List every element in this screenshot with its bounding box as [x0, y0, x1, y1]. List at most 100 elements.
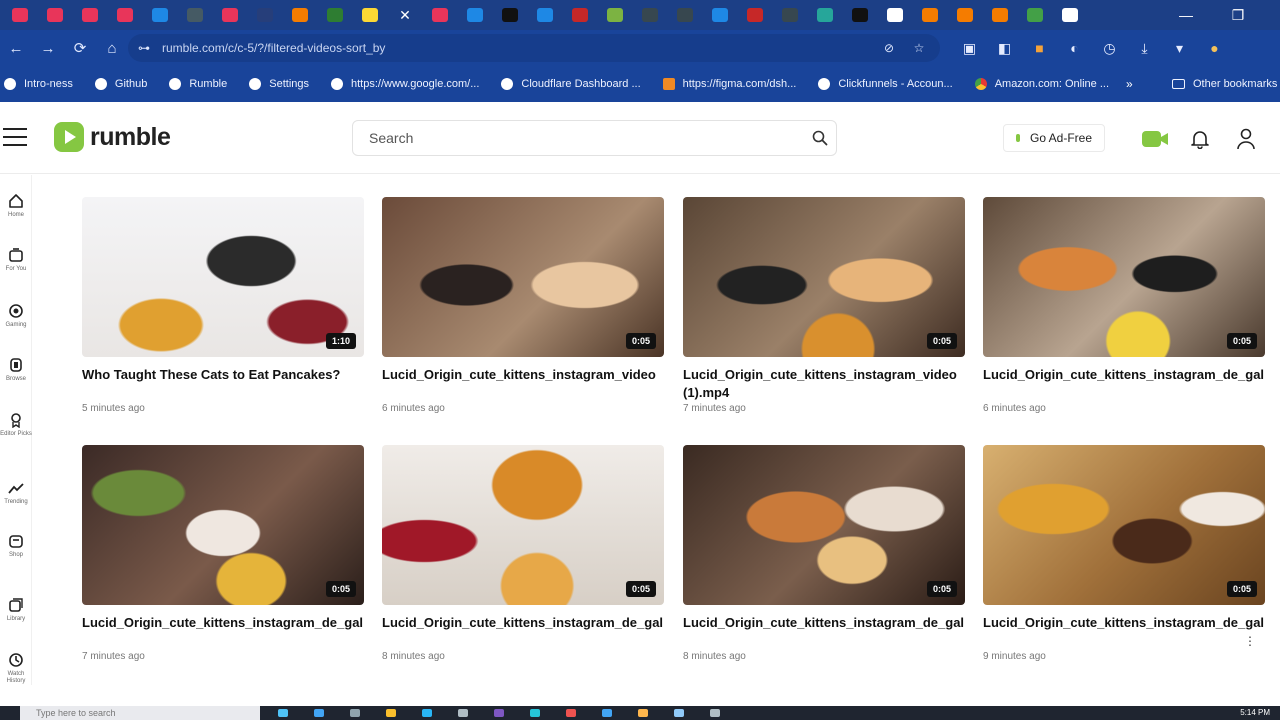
browser-tab[interactable] — [117, 8, 133, 22]
browser-tab[interactable] — [887, 8, 903, 22]
forward-icon[interactable]: → — [32, 30, 64, 66]
bookmark-item[interactable]: Cloudflare Dashboard ... — [501, 78, 641, 90]
taskbar-app-icon[interactable] — [386, 709, 396, 717]
sidebar-item[interactable]: Library — [0, 597, 32, 623]
video-card[interactable]: 0:05 Lucid_Origin_cute_kittens_instagram_… — [983, 197, 1265, 414]
sidebar-item[interactable]: Gaming — [0, 303, 32, 329]
minimize-icon[interactable]: — — [1166, 0, 1206, 30]
video-title[interactable]: Lucid_Origin_cute_kittens_instagram_de_g… — [983, 614, 1265, 650]
bookmark-item[interactable]: Amazon.com: Online ... — [974, 78, 1109, 90]
browser-tab[interactable] — [642, 8, 658, 22]
video-card[interactable]: 0:05 Lucid_Origin_cute_kittens_instagram_… — [683, 197, 965, 414]
sidebar-item[interactable]: Shop — [0, 533, 32, 559]
bookmark-item[interactable]: Clickfunnels - Accoun... — [818, 78, 953, 90]
sidebar-item[interactable]: Editor Picks — [0, 412, 32, 438]
taskbar-app-icon[interactable] — [674, 709, 684, 717]
taskbar-search-input[interactable]: Type here to search — [20, 706, 260, 720]
bookmark-item[interactable]: Intro-ness — [4, 78, 73, 90]
video-thumbnail[interactable]: 0:05 — [382, 445, 664, 605]
browser-tab[interactable] — [537, 8, 553, 22]
video-thumbnail[interactable]: 0:05 — [683, 445, 965, 605]
extension-icon[interactable]: ▾ — [1162, 40, 1197, 57]
browser-tab[interactable] — [292, 8, 308, 22]
browser-tab[interactable] — [922, 8, 938, 22]
video-thumbnail[interactable]: 0:05 — [82, 445, 364, 605]
bookmarks-overflow-button[interactable]: » — [1126, 66, 1133, 102]
bookmark-item[interactable]: https://www.google.com/... — [331, 78, 479, 90]
browser-tab[interactable] — [782, 8, 798, 22]
browser-tab[interactable] — [467, 8, 483, 22]
site-info-icon[interactable]: ⊶ — [138, 34, 150, 62]
video-title[interactable]: Lucid_Origin_cute_kittens_instagram_de_g… — [683, 614, 965, 650]
search-input[interactable] — [353, 121, 773, 155]
video-thumbnail[interactable]: 0:05 — [683, 197, 965, 357]
taskbar-app-icon[interactable] — [710, 709, 720, 717]
sidebar-item[interactable]: Watch History — [0, 652, 32, 685]
browser-tab[interactable] — [712, 8, 728, 22]
browser-tab[interactable] — [677, 8, 693, 22]
extension-icon[interactable]: ■ — [1022, 40, 1057, 56]
search-icon[interactable] — [812, 130, 828, 146]
bookmark-item[interactable]: Settings — [249, 78, 309, 90]
avatar[interactable]: ● — [1197, 40, 1232, 56]
scrollbar-grip-icon[interactable]: ⋮ — [1244, 634, 1256, 648]
taskbar-app-icon[interactable] — [602, 709, 612, 717]
extension-icon[interactable]: ◐ — [1057, 40, 1092, 56]
browser-tab[interactable] — [572, 8, 588, 22]
home-icon[interactable]: ⌂ — [96, 30, 128, 66]
extension-icon[interactable]: ▣ — [952, 40, 987, 57]
video-title[interactable]: Lucid_Origin_cute_kittens_instagram_vide… — [683, 366, 965, 402]
rumble-logo[interactable]: rumble — [54, 122, 171, 152]
browser-tab[interactable] — [992, 8, 1008, 22]
video-thumbnail[interactable]: 1:10 — [82, 197, 364, 357]
taskbar-app-icon[interactable] — [530, 709, 540, 717]
taskbar-app-icon[interactable] — [638, 709, 648, 717]
video-card[interactable]: 0:05 Lucid_Origin_cute_kittens_instagram_… — [382, 197, 664, 414]
video-title[interactable]: Who Taught These Cats to Eat Pancakes? — [82, 366, 364, 402]
close-tab-icon[interactable]: ✕ — [397, 7, 413, 23]
video-card[interactable]: 1:10 Who Taught These Cats to Eat Pancake… — [82, 197, 364, 414]
sidebar-item[interactable]: For You — [0, 247, 32, 273]
video-title[interactable]: Lucid_Origin_cute_kittens_instagram_de_g… — [382, 614, 664, 650]
taskbar-app-icon[interactable] — [458, 709, 468, 717]
bookmark-item[interactable]: Rumble — [169, 78, 227, 90]
browser-tab[interactable] — [1062, 8, 1078, 22]
video-thumbnail[interactable]: 0:05 — [983, 445, 1265, 605]
video-card[interactable]: 0:05 Lucid_Origin_cute_kittens_instagram_… — [983, 445, 1265, 662]
video-card[interactable]: 0:05 Lucid_Origin_cute_kittens_instagram_… — [82, 445, 364, 662]
taskbar-app-icon[interactable] — [350, 709, 360, 717]
browser-tab[interactable] — [817, 8, 833, 22]
video-card[interactable]: 0:05 Lucid_Origin_cute_kittens_instagram_… — [683, 445, 965, 662]
go-ad-free-button[interactable]: Go Ad-Free — [1003, 124, 1106, 152]
video-thumbnail[interactable]: 0:05 — [382, 197, 664, 357]
browser-tab[interactable] — [362, 8, 378, 22]
browser-tab[interactable] — [607, 8, 623, 22]
user-account-icon[interactable] — [1236, 128, 1256, 150]
download-icon[interactable]: ⤓ — [1127, 40, 1162, 57]
reload-icon[interactable]: ⟳ — [64, 30, 96, 66]
browser-tab[interactable] — [12, 8, 28, 22]
video-thumbnail[interactable]: 0:05 — [983, 197, 1265, 357]
restore-icon[interactable]: ❐ — [1218, 0, 1258, 30]
video-title[interactable]: Lucid_Origin_cute_kittens_instagram_de_g… — [983, 366, 1265, 402]
upload-video-icon[interactable] — [1141, 130, 1169, 148]
taskbar-app-icon[interactable] — [278, 709, 288, 717]
video-card[interactable]: 0:05 Lucid_Origin_cute_kittens_instagram_… — [382, 445, 664, 662]
browser-tab[interactable] — [502, 8, 518, 22]
browser-tab[interactable] — [152, 8, 168, 22]
video-title[interactable]: Lucid_Origin_cute_kittens_instagram_vide… — [382, 366, 664, 402]
menu-icon[interactable] — [3, 128, 27, 146]
browser-tab[interactable] — [327, 8, 343, 22]
browser-tab[interactable] — [82, 8, 98, 22]
bookmark-star-icon[interactable]: ☆ — [904, 34, 934, 62]
taskbar-app-icon[interactable] — [566, 709, 576, 717]
extension-icon[interactable]: ◷ — [1092, 40, 1127, 57]
sidebar-item[interactable]: Browse — [0, 357, 32, 383]
browser-tab[interactable] — [187, 8, 203, 22]
address-bar[interactable]: ⊶ rumble.com/c/c-5/?/filtered-videos-sor… — [128, 34, 940, 62]
browser-tab[interactable] — [852, 8, 868, 22]
bookmark-item[interactable]: Github — [94, 78, 147, 90]
browser-tab[interactable] — [432, 8, 448, 22]
back-icon[interactable]: ← — [0, 30, 32, 66]
sidebar-item[interactable]: Trending — [0, 480, 32, 506]
